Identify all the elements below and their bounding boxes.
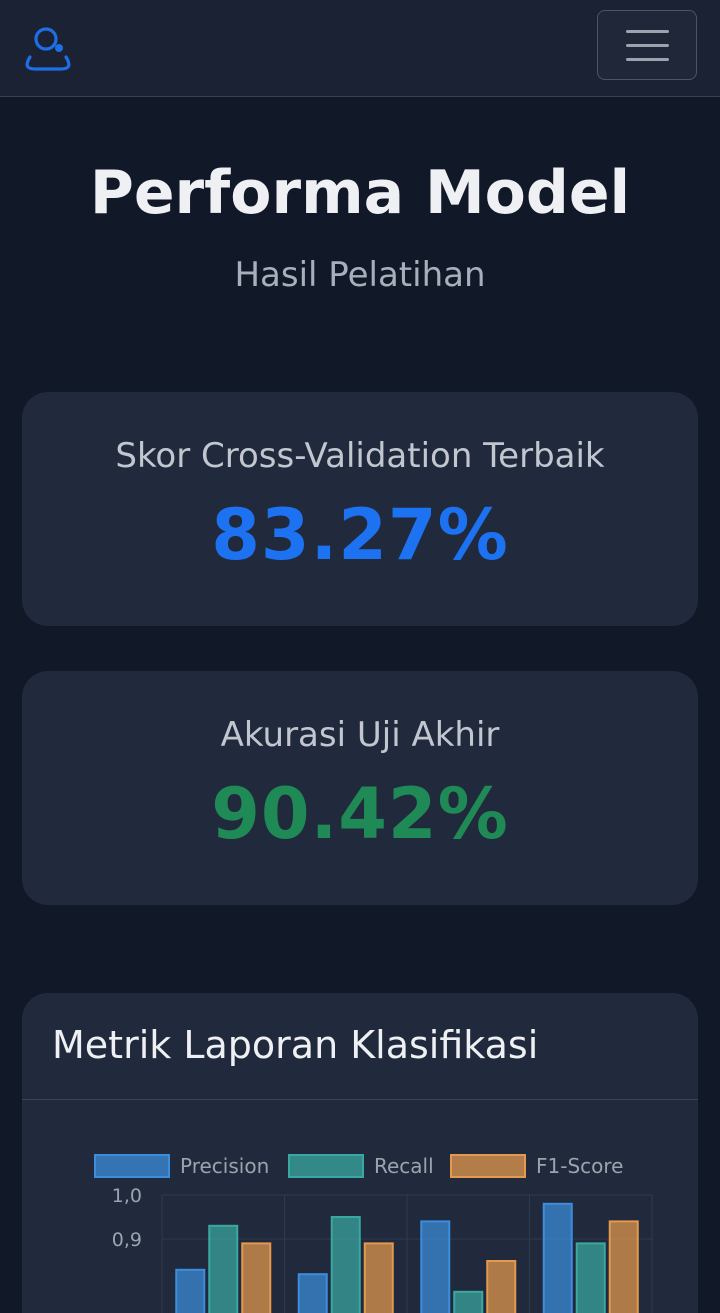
hamburger-menu-icon-bar <box>626 44 669 47</box>
cv-score-card: Skor Cross-Validation Terbaik 83.27% <box>22 392 698 626</box>
metrics-bar-chart: Precision Recall F1-Score 1,0 0,9 <box>94 1154 653 1313</box>
bar[interactable] <box>420 1220 451 1313</box>
bar[interactable] <box>175 1268 206 1313</box>
y-tick-label: 1,0 <box>112 1185 142 1207</box>
metrics-title: Metrik Laporan Klasifikasi <box>52 1023 539 1067</box>
page-subtitle: Hasil Pelatihan <box>234 255 486 295</box>
legend-swatch[interactable] <box>288 1154 364 1178</box>
bar[interactable] <box>453 1290 484 1313</box>
navbar <box>0 0 720 97</box>
bar[interactable] <box>330 1216 361 1313</box>
hamburger-menu-icon-bar <box>626 58 669 61</box>
bar[interactable] <box>297 1273 328 1313</box>
page-title: Performa Model <box>89 158 631 228</box>
bar[interactable] <box>241 1242 272 1313</box>
classification-metrics-card: Metrik Laporan Klasifikasi Precision Reca… <box>22 993 698 1313</box>
bar[interactable] <box>575 1242 606 1313</box>
bar[interactable] <box>486 1260 517 1313</box>
cv-score-label: Skor Cross-Validation Terbaik <box>115 436 605 476</box>
legend-label[interactable]: Precision <box>180 1154 269 1178</box>
menu-toggle-button[interactable] <box>597 10 697 80</box>
legend-label[interactable]: F1-Score <box>536 1154 623 1178</box>
legend-swatch[interactable] <box>450 1154 526 1178</box>
bar[interactable] <box>608 1220 639 1313</box>
bar[interactable] <box>363 1242 394 1313</box>
hamburger-menu-icon <box>626 30 669 33</box>
y-tick-label: 0,9 <box>112 1229 142 1251</box>
legend-swatch[interactable] <box>94 1154 170 1178</box>
user-bubble-icon[interactable] <box>22 22 74 74</box>
cv-score-value: 83.27% <box>211 494 509 576</box>
test-accuracy-card: Akurasi Uji Akhir 90.42% <box>22 671 698 905</box>
test-accuracy-value: 90.42% <box>211 773 509 855</box>
bar[interactable] <box>208 1224 239 1313</box>
legend-label[interactable]: Recall <box>374 1154 434 1178</box>
test-accuracy-label: Akurasi Uji Akhir <box>220 715 500 755</box>
bar[interactable] <box>542 1202 573 1313</box>
